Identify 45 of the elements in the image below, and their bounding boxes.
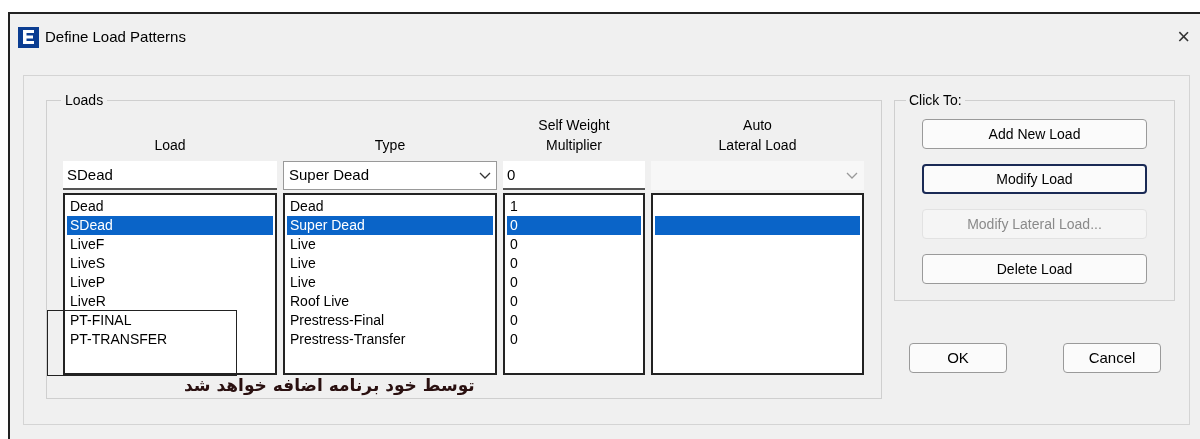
column-header: Auto Lateral Load [718, 116, 797, 155]
list-item[interactable]: 0 [507, 216, 641, 235]
action-button[interactable]: Delete Load [922, 254, 1147, 284]
list-item[interactable]: 0 [507, 273, 641, 292]
app-logo-icon [18, 26, 39, 48]
group-title: Click To: [908, 91, 963, 110]
column-header: Load [154, 136, 186, 155]
list-item[interactable]: Dead [287, 197, 493, 216]
list-item[interactable]: PT-FINAL [67, 311, 273, 330]
list-item[interactable]: 1 [507, 197, 641, 216]
list-item[interactable]: LiveF [67, 235, 273, 254]
list-item[interactable]: Prestress-Transfer [287, 330, 493, 349]
list-item[interactable]: 0 [507, 254, 641, 273]
dialog-button[interactable]: OK [909, 343, 1007, 373]
list-item[interactable]: 0 [507, 330, 641, 349]
selected-row[interactable] [655, 216, 860, 235]
column-header: Type [374, 136, 406, 155]
load-name-field[interactable]: SDead [63, 161, 277, 190]
list-item[interactable]: SDead [67, 216, 273, 235]
group-title: Loads [64, 91, 105, 110]
list-item[interactable]: Roof Live [287, 292, 493, 311]
chevron-down-icon [846, 171, 858, 180]
list-item[interactable]: Live [287, 235, 493, 254]
type-dropdown[interactable]: Super Dead [283, 161, 497, 190]
list-item[interactable]: Dead [67, 197, 273, 216]
annotation-text: توسط خود برنامه اضافه خواهد شد [184, 374, 475, 398]
list-item[interactable]: Live [287, 254, 493, 273]
list-item[interactable]: 0 [507, 235, 641, 254]
list-item[interactable]: LiveR [67, 292, 273, 311]
list-item[interactable]: LiveS [67, 254, 273, 273]
list-item[interactable]: PT-TRANSFER [67, 330, 273, 349]
list-item[interactable]: 0 [507, 292, 641, 311]
list-item[interactable]: 0 [507, 311, 641, 330]
list-item[interactable]: Live [287, 273, 493, 292]
multiplier-field[interactable]: 0 [503, 161, 645, 190]
list-item[interactable]: Prestress-Final [287, 311, 493, 330]
column-header: Self Weight Multiplier [538, 116, 610, 155]
action-button[interactable]: Modify Load [922, 164, 1147, 194]
action-button[interactable]: Add New Load [922, 119, 1147, 149]
close-button[interactable]: × [1173, 26, 1194, 48]
dialog-button[interactable]: Cancel [1063, 343, 1161, 373]
list-item[interactable]: LiveP [67, 273, 273, 292]
window-title: Define Load Patterns [45, 26, 186, 47]
chevron-down-icon [479, 171, 491, 180]
list-item[interactable]: Super Dead [287, 216, 493, 235]
